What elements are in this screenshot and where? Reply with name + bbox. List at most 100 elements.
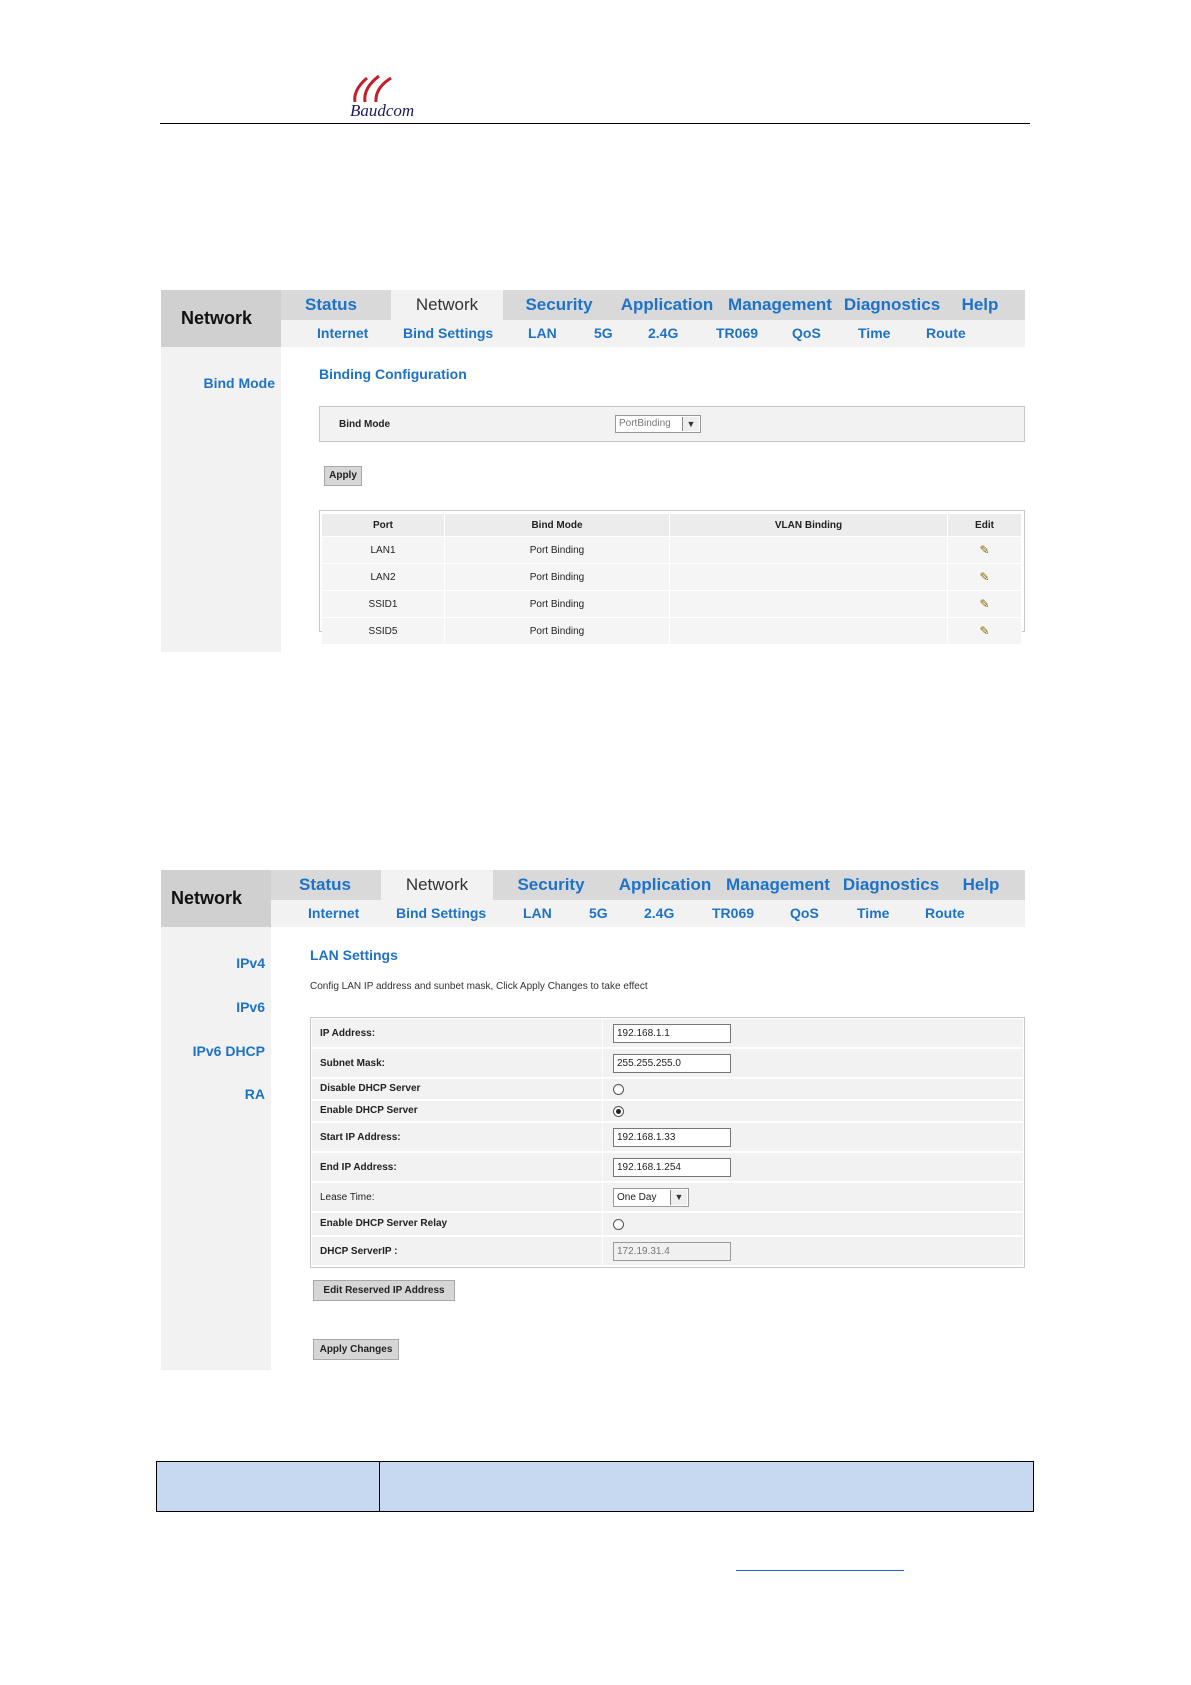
subtab-internet[interactable]: Internet <box>317 320 368 347</box>
tab-security[interactable]: Security <box>509 870 593 900</box>
subnet-mask-row: Subnet Mask: 255.255.255.0 <box>312 1049 1023 1077</box>
footer-link-underline[interactable] <box>736 1570 904 1571</box>
lease-time-row: Lease Time: One Day ▼ <box>312 1183 1023 1211</box>
end-ip-input[interactable]: 192.168.1.254 <box>613 1158 731 1177</box>
bind-mode-label: Bind Mode <box>339 419 391 430</box>
apply-button[interactable]: Apply <box>324 466 362 486</box>
dhcp-server-ip-label: DHCP ServerIP : <box>320 1246 398 1257</box>
side-item-ipv4[interactable]: IPv4 <box>236 955 265 971</box>
bind-mode-value: PortBinding <box>619 418 671 429</box>
subtab-bind-settings[interactable]: Bind Settings <box>396 900 486 927</box>
tab-security[interactable]: Security <box>517 290 601 320</box>
enable-dhcp-cell <box>602 1101 1023 1121</box>
section-title: LAN Settings <box>310 947 398 963</box>
lease-time-select[interactable]: One Day ▼ <box>613 1188 689 1207</box>
table-column-divider <box>379 1462 380 1511</box>
header-divider <box>160 123 1030 124</box>
end-ip-label: End IP Address: <box>320 1162 397 1173</box>
tab-status[interactable]: Status <box>293 290 369 320</box>
start-ip-input[interactable]: 192.168.1.33 <box>613 1128 731 1147</box>
vlan-binding-cell <box>669 536 948 564</box>
edit-cell: ✎ <box>947 563 1022 591</box>
enable-dhcp-radio[interactable] <box>613 1106 624 1117</box>
ip-address-input[interactable]: 192.168.1.1 <box>613 1024 731 1043</box>
tab-diagnostics[interactable]: Diagnostics <box>842 290 942 320</box>
subtab-route[interactable]: Route <box>925 900 965 927</box>
start-ip-cell: 192.168.1.33 <box>602 1123 1023 1151</box>
subtab-lan[interactable]: LAN <box>523 900 552 927</box>
lease-time-cell: One Day ▼ <box>602 1183 1023 1211</box>
start-ip-label: Start IP Address: <box>320 1132 401 1143</box>
nav-brand: Network <box>161 870 271 927</box>
dhcp-server-ip-row: DHCP ServerIP : 172.19.31.4 <box>312 1237 1023 1265</box>
subtab-qos[interactable]: QoS <box>792 320 821 347</box>
bind-mode-select[interactable]: PortBinding ▼ <box>615 415 701 433</box>
vlan-binding-cell <box>669 563 948 591</box>
nav-brand: Network <box>161 290 281 347</box>
subtab-2-4g[interactable]: 2.4G <box>648 320 678 347</box>
subnet-mask-label: Subnet Mask: <box>320 1058 386 1069</box>
lease-time-label: Lease Time: <box>320 1192 375 1203</box>
tab-application[interactable]: Application <box>615 870 715 900</box>
ip-address-label: IP Address: <box>320 1028 376 1039</box>
binding-panel: Network Status Network Security Applicat… <box>161 290 1025 652</box>
dhcp-relay-cell <box>602 1213 1023 1235</box>
chevron-down-icon: ▼ <box>670 1190 687 1205</box>
subnet-mask-input[interactable]: 255.255.255.0 <box>613 1054 731 1073</box>
subnet-mask-cell: 255.255.255.0 <box>602 1049 1023 1077</box>
bind-mode-box: Bind Mode PortBinding ▼ <box>319 406 1025 442</box>
subtab-lan[interactable]: LAN <box>528 320 557 347</box>
apply-changes-button[interactable]: Apply Changes <box>313 1339 399 1360</box>
side-item-bind-mode[interactable]: Bind Mode <box>203 375 275 391</box>
tab-help[interactable]: Help <box>956 870 1006 900</box>
tab-application[interactable]: Application <box>617 290 717 320</box>
dhcp-server-ip-input[interactable]: 172.19.31.4 <box>613 1242 731 1261</box>
subtab-qos[interactable]: QoS <box>790 900 819 927</box>
pencil-icon[interactable]: ✎ <box>979 597 989 611</box>
vlan-binding-cell <box>669 590 948 618</box>
binding-table-box: Port Bind Mode VLAN Binding Edit LAN1 Po… <box>319 510 1025 644</box>
edit-cell: ✎ <box>947 617 1022 644</box>
table-header-row: Port Bind Mode VLAN Binding Edit <box>322 514 1022 537</box>
tab-management[interactable]: Management <box>725 870 831 900</box>
lease-time-value: One Day <box>617 1192 657 1203</box>
vlan-binding-cell <box>669 617 948 644</box>
ip-address-cell: 192.168.1.1 <box>602 1019 1023 1047</box>
dhcp-relay-row: Enable DHCP Server Relay <box>312 1213 1023 1235</box>
document-table <box>156 1461 1034 1512</box>
table-row: LAN2 Port Binding ✎ <box>322 563 1022 591</box>
subtab-route[interactable]: Route <box>926 320 966 347</box>
tab-network[interactable]: Network <box>391 290 503 320</box>
subtab-internet[interactable]: Internet <box>308 900 359 927</box>
tab-diagnostics[interactable]: Diagnostics <box>841 870 941 900</box>
subtab-5g[interactable]: 5G <box>594 320 613 347</box>
subtab-time[interactable]: Time <box>857 900 889 927</box>
subtab-bind-settings[interactable]: Bind Settings <box>403 320 493 347</box>
subtab-2-4g[interactable]: 2.4G <box>644 900 674 927</box>
port-cell: SSID5 <box>322 617 445 644</box>
pencil-icon[interactable]: ✎ <box>979 570 989 584</box>
pencil-icon[interactable]: ✎ <box>979 543 989 557</box>
lan-settings-form: IP Address: 192.168.1.1 Subnet Mask: 255… <box>310 1017 1025 1268</box>
tab-management[interactable]: Management <box>727 290 833 320</box>
tab-help[interactable]: Help <box>955 290 1005 320</box>
side-item-ipv6[interactable]: IPv6 <box>236 999 265 1015</box>
subtab-time[interactable]: Time <box>858 320 890 347</box>
subtab-tr069[interactable]: TR069 <box>716 320 758 347</box>
disable-dhcp-radio[interactable] <box>613 1084 624 1095</box>
side-item-ipv6-dhcp[interactable]: IPv6 DHCP <box>193 1043 265 1059</box>
edit-cell: ✎ <box>947 590 1022 618</box>
pencil-icon[interactable]: ✎ <box>979 624 989 638</box>
tab-status[interactable]: Status <box>285 870 365 900</box>
start-ip-row: Start IP Address: 192.168.1.33 <box>312 1123 1023 1151</box>
subtab-tr069[interactable]: TR069 <box>712 900 754 927</box>
section-title: Binding Configuration <box>319 366 467 382</box>
subtab-5g[interactable]: 5G <box>589 900 608 927</box>
side-item-ra[interactable]: RA <box>245 1086 265 1102</box>
tab-network[interactable]: Network <box>381 870 493 900</box>
edit-reserved-ip-button[interactable]: Edit Reserved IP Address <box>313 1280 455 1301</box>
col-header-edit: Edit <box>947 514 1022 537</box>
disable-dhcp-cell <box>602 1079 1023 1099</box>
dhcp-relay-radio[interactable] <box>613 1219 624 1230</box>
section-description: Config LAN IP address and sunbet mask, C… <box>310 981 648 992</box>
